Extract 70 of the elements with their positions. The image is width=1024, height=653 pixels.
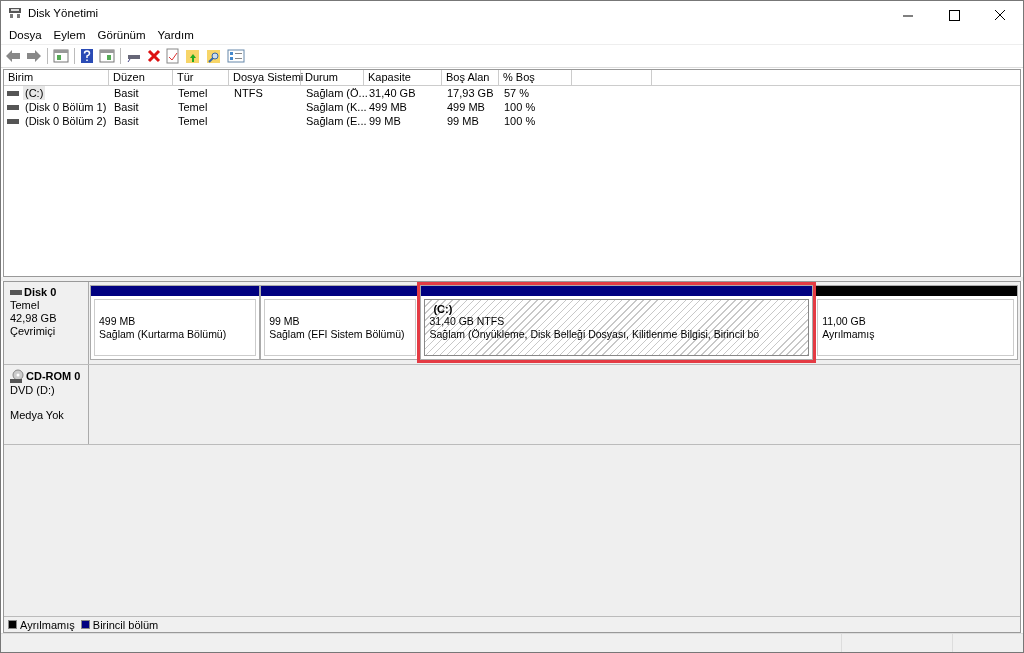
column-header[interactable]: Düzen: [109, 70, 173, 85]
table-cell: Temel: [178, 100, 208, 114]
disk-detail: 42,98 GB: [10, 312, 58, 324]
disk-detail: Çevrimiçi: [10, 325, 57, 337]
column-header[interactable]: Birim: [4, 70, 109, 85]
table-cell: Basit: [114, 114, 139, 128]
table-cell: Basit: [114, 100, 139, 114]
properties-icon[interactable]: [227, 49, 245, 63]
folder-up-icon[interactable]: [185, 48, 201, 64]
partition-title: (C:): [432, 303, 454, 315]
table-cell: Sağlam (K...: [306, 100, 367, 114]
column-header[interactable]: Kapasite: [364, 70, 442, 85]
column-header[interactable]: Tür: [173, 70, 229, 85]
table-cell[interactable]: (Disk 0 Bölüm 1): [23, 100, 109, 114]
legend-label: Ayrılmamış: [20, 618, 75, 631]
disk-detail: Medya Yok: [10, 409, 65, 421]
folder-search-icon[interactable]: [206, 48, 222, 64]
partition-detail: 31,40 GB NTFS: [429, 315, 506, 328]
legend-label: Birincil bölüm: [92, 618, 159, 631]
partition-detail: Sağlam (Önyükleme, Disk Belleği Dosyası, Kilitlenme Bilgisi, Birincil bö: [429, 328, 761, 341]
disk-management-icon: [8, 7, 22, 19]
table-cell: 100 %: [504, 100, 536, 114]
table-cell: 57 %: [504, 86, 530, 100]
partition-block[interactable]: 11,00 GB Ayrılmamış: [813, 285, 1018, 360]
help-icon[interactable]: [80, 48, 94, 64]
partition-block[interactable]: 499 MB Sağlam (Kurtarma Bölümü): [90, 285, 261, 360]
disk-name: CD-ROM 0: [26, 370, 81, 382]
partition-detail: Ayrılmamış: [822, 327, 876, 341]
disk-name: Disk 0: [24, 286, 57, 298]
cd-drive-icon: [10, 369, 24, 383]
forward-arrow-icon[interactable]: [26, 49, 42, 63]
menu-item[interactable]: Görünüm: [92, 28, 153, 41]
disk-detail: Temel: [10, 299, 41, 311]
table-cell: 100 %: [504, 114, 536, 128]
table-cell: Basit: [114, 86, 139, 100]
panel-icon[interactable]: [99, 49, 115, 63]
partition-block[interactable]: (C:) 31,40 GB NTFS Sağlam (Önyükleme, Disk Belleği Dosyası, Kilitlenme Bilgisi, Birincil bö: [420, 285, 814, 360]
table-cell: 499 MB: [447, 100, 485, 114]
table-cell: 31,40 GB: [369, 86, 416, 100]
table-cell: 499 MB: [369, 100, 407, 114]
table-cell[interactable]: (Disk 0 Bölüm 2): [23, 114, 109, 128]
partition-detail: 11,00 GB: [822, 314, 867, 328]
drive-icon: [7, 104, 19, 110]
menu-item[interactable]: Dosya: [4, 28, 49, 41]
table-cell: Temel: [178, 114, 208, 128]
checklist-icon[interactable]: [166, 48, 180, 64]
partition-detail: 499 MB: [99, 314, 137, 328]
column-header[interactable]: Boş Alan: [442, 70, 499, 85]
table-cell: Sağlam (Ö...: [306, 86, 368, 100]
disk-detail: DVD (D:): [10, 384, 56, 396]
table-cell[interactable]: (C:): [23, 86, 46, 100]
column-header[interactable]: % Boş: [499, 70, 572, 85]
back-arrow-icon[interactable]: [5, 49, 21, 63]
column-header[interactable]: Dosya Sistemi: [229, 70, 301, 85]
table-cell: 99 MB: [447, 114, 479, 128]
menu-item[interactable]: Eylem: [48, 28, 93, 41]
table-cell: Temel: [178, 86, 208, 100]
partition-detail: Sağlam (Kurtarma Bölümü): [99, 327, 228, 341]
partition-detail: Sağlam (EFI Sistem Bölümü): [269, 327, 406, 341]
table-cell: 17,93 GB: [447, 86, 494, 100]
drive-icon: [7, 90, 19, 96]
drive-icon: [7, 118, 19, 124]
window-title: Disk Yönetimi: [28, 7, 99, 19]
table-cell: Sağlam (E...: [306, 114, 367, 128]
panel-icon[interactable]: [53, 49, 69, 63]
menu-item[interactable]: Yardım: [152, 28, 201, 41]
delete-icon[interactable]: [147, 49, 161, 63]
table-cell: NTFS: [234, 86, 263, 100]
table-cell: 99 MB: [369, 114, 401, 128]
partition-detail: 99 MB: [269, 314, 301, 328]
